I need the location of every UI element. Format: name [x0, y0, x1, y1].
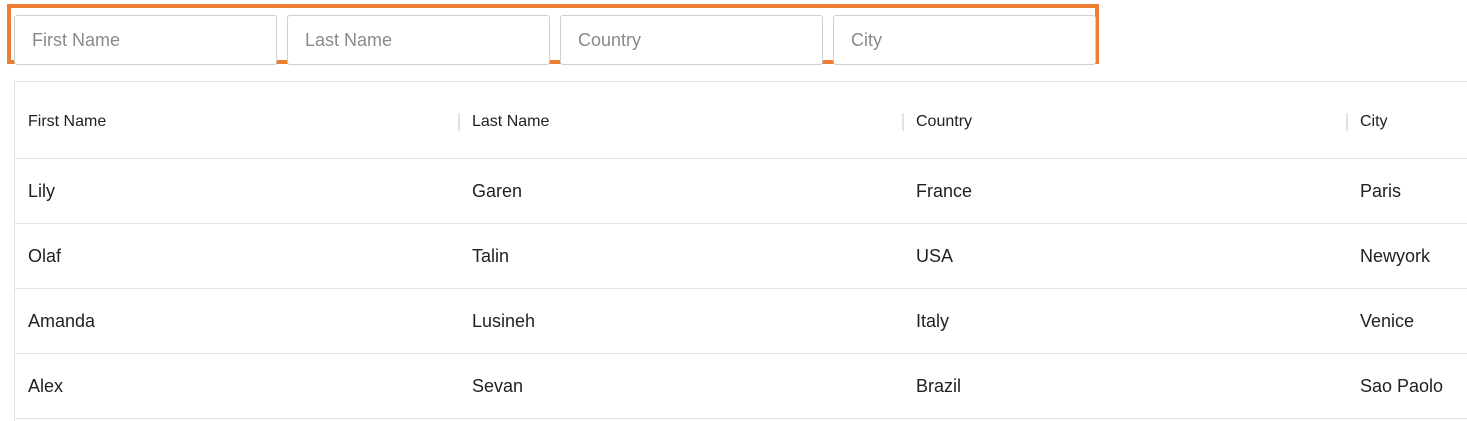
column-header-first-name[interactable]: First Name [28, 82, 106, 158]
cell-first-name: Lily [28, 181, 56, 201]
first-name-filter-input[interactable] [14, 15, 277, 65]
table-row[interactable]: Lily Garen France Paris [15, 159, 1467, 224]
last-name-filter-input[interactable] [287, 15, 550, 65]
column-header-country[interactable]: Country [916, 82, 972, 158]
cell-first-name: Olaf [28, 246, 62, 266]
cell-last-name: Lusineh [472, 311, 536, 331]
cell-country: Italy [916, 311, 950, 331]
filter-bar [7, 4, 1099, 65]
cell-first-name: Alex [28, 376, 64, 396]
cell-city: Sao Paolo [1360, 376, 1444, 396]
column-header-last-name[interactable]: Last Name [472, 82, 549, 158]
cell-city: Paris [1360, 181, 1402, 201]
cell-last-name: Sevan [472, 376, 524, 396]
table-row[interactable]: Amanda Lusineh Italy Venice [15, 289, 1467, 354]
cell-city: Venice [1360, 311, 1415, 331]
table-header-row: First Name Last Name Country City [15, 82, 1467, 159]
country-filter-input[interactable] [560, 15, 823, 65]
column-resize-handle[interactable] [1346, 113, 1348, 131]
cell-last-name: Garen [472, 181, 523, 201]
table-row[interactable]: Alex Sevan Brazil Sao Paolo [15, 354, 1467, 419]
column-resize-handle[interactable] [458, 113, 460, 131]
column-header-city[interactable]: City [1360, 82, 1388, 158]
cell-last-name: Talin [472, 246, 510, 266]
cell-city: Newyork [1360, 246, 1431, 266]
table-row[interactable]: Olaf Talin USA Newyork [15, 224, 1467, 289]
cell-country: USA [916, 246, 954, 266]
cell-country: France [916, 181, 973, 201]
cell-first-name: Amanda [28, 311, 96, 331]
column-resize-handle[interactable] [902, 113, 904, 131]
cell-country: Brazil [916, 376, 962, 396]
city-filter-input[interactable] [833, 15, 1096, 65]
data-grid: First Name Last Name Country City Lily G… [14, 81, 1467, 421]
